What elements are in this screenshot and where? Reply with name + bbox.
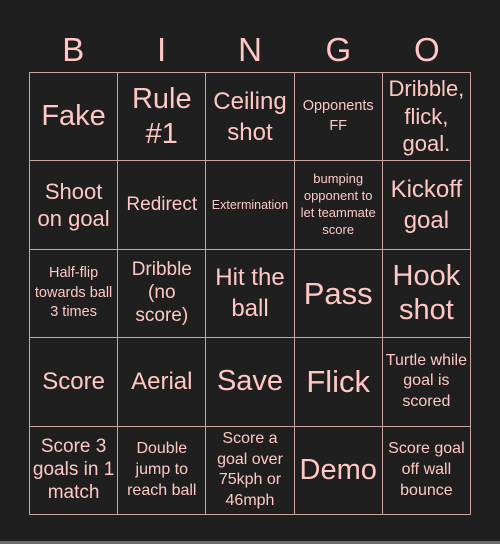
bingo-cell[interactable]: Fake [30,73,119,162]
bingo-cell[interactable]: Opponents FF [294,73,383,162]
header-letter-b: B [62,31,85,68]
bingo-cell[interactable]: Hit the ball [206,249,295,339]
bingo-cell[interactable]: Turtle while goal is scored [382,338,471,427]
bingo-cell[interactable]: Dribble, flick, goal. [382,73,471,162]
bingo-cell[interactable]: bumping opponent to let teammate score [294,161,383,250]
bingo-cell[interactable]: Rule #1 [118,73,207,162]
bingo-cell[interactable]: Dribble (no score) [118,249,207,339]
bingo-cell[interactable]: Ceiling shot [206,73,295,162]
bingo-cell[interactable]: Demo [294,426,383,515]
header-letter-g: G [325,31,352,68]
bingo-cell[interactable]: Double jump to reach ball [118,426,207,515]
bingo-cell[interactable]: Kickoff goal [382,161,471,250]
header-letter-n: N [238,31,262,68]
bingo-cell[interactable]: Redirect [118,161,207,250]
bingo-card: B I N G O Fake Rule #1 Ceiling shot Oppo… [0,0,500,544]
bingo-cell[interactable]: Score 3 goals in 1 match [30,426,119,515]
bingo-cell[interactable]: Save [206,338,295,427]
bingo-header: B I N G O [29,28,471,72]
bingo-cell[interactable]: Pass [294,249,383,339]
header-letter-o: O [413,31,440,68]
header-letter-i: I [157,31,167,68]
bingo-cell[interactable]: Flick [294,338,383,427]
bingo-grid: Fake Rule #1 Ceiling shot Opponents FF D… [29,72,471,515]
bingo-cell[interactable]: Score goal off wall bounce [382,426,471,515]
bingo-cell[interactable]: Hook shot [382,249,471,339]
bingo-cell[interactable]: Extermination [206,161,295,250]
bingo-cell[interactable]: Score a goal over 75kph or 46mph [206,426,295,515]
bingo-cell[interactable]: Half-flip towards ball 3 times [30,249,119,339]
bingo-cell[interactable]: Shoot on goal [30,161,119,250]
bingo-cell[interactable]: Aerial [118,338,207,427]
bingo-cell[interactable]: Score [30,338,119,427]
